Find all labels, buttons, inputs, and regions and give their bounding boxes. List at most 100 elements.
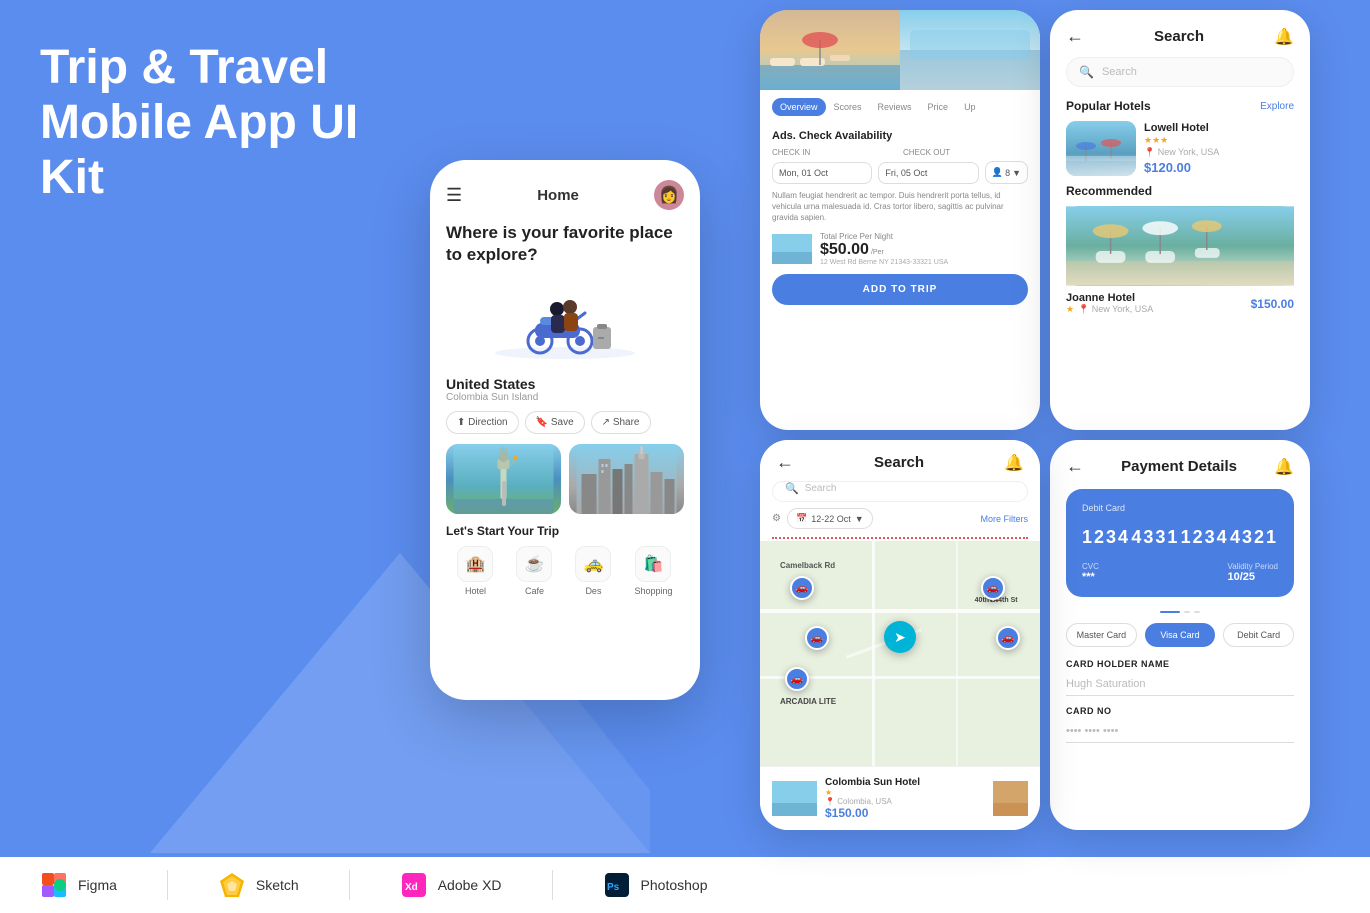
phone-home-mockup: ☰ Home 👩 Where is your favorite place to…: [430, 160, 700, 700]
left-panel: Trip & TravelMobile App UI Kit ☰ Home 👩 …: [0, 0, 760, 857]
map-search-placeholder: Search: [805, 483, 837, 494]
debitcard-btn[interactable]: Debit Card: [1223, 623, 1294, 647]
shopping-icon-box: 🛍️: [635, 546, 671, 582]
map-hotel-name: Colombia Sun Hotel: [825, 777, 985, 788]
map-pin-1[interactable]: 🚗: [790, 576, 814, 600]
tab-overview[interactable]: Overview: [772, 98, 826, 116]
avatar[interactable]: 👩: [654, 180, 684, 210]
cvc-label: CVC: [1082, 562, 1099, 571]
map-header: ← Search 🔔: [760, 440, 1040, 481]
description-text: Nullam feugiat hendrerit ac tempor. Duis…: [760, 190, 1040, 224]
tab-scores[interactable]: Scores: [826, 98, 870, 116]
avail-labels: CHECK IN CHECK OUT: [772, 148, 1028, 157]
map-bell-icon[interactable]: 🔔: [1004, 453, 1024, 473]
joanne-hotel-name: Joanne Hotel: [1066, 292, 1153, 304]
holder-name-input[interactable]: Hugh Saturation: [1066, 673, 1294, 696]
category-row: 🏨 Hotel ☕ Cafe 🚕 Des 🛍️ Shopping: [446, 546, 684, 596]
map-hotel-image-right: [993, 781, 1028, 816]
search-back-btn[interactable]: ←: [1066, 26, 1084, 47]
map-area: Camelback Rd ARCADIA LITE 40th St N 44th…: [760, 541, 1040, 766]
hotel-detail-card: Overview Scores Reviews Price Up Ads. Ch…: [760, 10, 1040, 430]
lowell-hotel-stars: ★★★: [1144, 135, 1294, 146]
guests-field[interactable]: 👤 8 ▼: [985, 161, 1028, 184]
check-in-field[interactable]: Mon, 01 Oct: [772, 162, 872, 184]
share-btn[interactable]: ↗ Share: [591, 411, 651, 434]
des-label: Des: [585, 586, 601, 596]
map-pin-3[interactable]: 🚗: [805, 626, 829, 650]
map-pin-2[interactable]: 🚗: [981, 576, 1005, 600]
price-per: /Per: [871, 249, 884, 256]
map-hotel-stars: ★: [825, 788, 985, 797]
visacard-btn[interactable]: Visa Card: [1145, 623, 1216, 647]
category-cafe[interactable]: ☕ Cafe: [516, 546, 552, 596]
location-section: United States Colombia Sun Island: [446, 376, 684, 403]
phone-question: Where is your favorite place to explore?: [446, 222, 684, 266]
search-icon: 🔍: [1079, 65, 1094, 79]
price-label: Total Price Per Night: [820, 232, 1028, 241]
menu-icon[interactable]: ☰: [446, 185, 462, 206]
hotel-image-right: [900, 10, 1040, 90]
map-screen-title: Search: [874, 454, 924, 471]
more-filters-link[interactable]: More Filters: [980, 514, 1028, 524]
price-amount: $50.00: [820, 241, 869, 259]
validity-label: Validity Period: [1227, 562, 1278, 571]
category-shopping[interactable]: 🛍️ Shopping: [634, 546, 672, 596]
search-bell-icon[interactable]: 🔔: [1274, 27, 1294, 47]
location-name: United States: [446, 376, 684, 392]
direction-btn[interactable]: ⬆ Direction: [446, 411, 519, 434]
trip-section-title: Let's Start Your Trip: [446, 524, 684, 538]
category-des[interactable]: 🚕 Des: [575, 546, 611, 596]
explore-link[interactable]: Explore: [1260, 101, 1294, 112]
map-back-btn[interactable]: ←: [776, 452, 794, 473]
lowell-hotel-info: Lowell Hotel ★★★ 📍 New York, USA $120.00: [1144, 122, 1294, 175]
payment-bell-icon[interactable]: 🔔: [1274, 457, 1294, 477]
place-images: [446, 444, 684, 514]
lowell-hotel-location: 📍 New York, USA: [1144, 147, 1294, 158]
map-hotel-location: 📍 Colombia, USA: [825, 797, 985, 806]
map-pin-4[interactable]: 🚗: [996, 626, 1020, 650]
hero-title: Trip & TravelMobile App UI Kit: [40, 40, 420, 206]
map-search-icon: 🔍: [785, 482, 799, 495]
save-btn[interactable]: 🔖 Save: [525, 411, 585, 434]
map-bottom-card: Colombia Sun Hotel ★ 📍 Colombia, USA $15…: [760, 766, 1040, 830]
search-input-placeholder: Search: [1102, 66, 1137, 78]
card-type-row: Master Card Visa Card Debit Card: [1066, 623, 1294, 647]
right-bottom-row: ← Search 🔔 🔍 Search ⚙ 📅 12-22 Oct ▼ More: [760, 440, 1350, 830]
popular-hotels-header: Popular Hotels Explore: [1066, 99, 1294, 113]
debit-card-label: Debit Card: [1082, 503, 1278, 513]
hotel-list-item-lowell[interactable]: Lowell Hotel ★★★ 📍 New York, USA $120.00: [1066, 121, 1294, 176]
place-image-liberty: [446, 444, 561, 514]
recommended-footer: Joanne Hotel ★ 📍 New York, USA $150.00: [1066, 292, 1294, 315]
tab-price[interactable]: Price: [920, 98, 957, 116]
card-num-4: 4321: [1230, 527, 1278, 548]
card-no-input[interactable]: •••• •••• ••••: [1066, 720, 1294, 743]
recommended-title: Recommended: [1066, 184, 1294, 198]
check-out-field[interactable]: Fri, 05 Oct: [878, 162, 978, 184]
avail-title: Ads. Check Availability: [772, 130, 1028, 142]
card-num-3: 1234: [1181, 527, 1229, 548]
check-out-label: CHECK OUT: [903, 148, 1028, 157]
add-to-trip-button[interactable]: ADD TO TRIP: [772, 274, 1028, 305]
hotel-image-left: [760, 10, 900, 90]
search-input-box[interactable]: 🔍 Search: [1066, 57, 1294, 87]
mastercard-btn[interactable]: Master Card: [1066, 623, 1137, 647]
price-address: 12 West Rd Berne NY 21343-33321 USA: [820, 259, 1028, 266]
cvc-value: ***: [1082, 571, 1099, 583]
right-panels: Overview Scores Reviews Price Up Ads. Ch…: [760, 0, 1370, 857]
payment-back-btn[interactable]: ←: [1066, 456, 1084, 477]
tab-up[interactable]: Up: [956, 98, 984, 116]
home-title: Home: [537, 187, 579, 204]
navigation-pin[interactable]: ➤: [884, 621, 916, 653]
payment-header: ← Payment Details 🔔: [1066, 456, 1294, 477]
map-pin-5[interactable]: 🚗: [785, 667, 809, 691]
debit-bottom-row: CVC *** Validity Period 10/25: [1082, 562, 1278, 583]
shopping-label: Shopping: [634, 586, 672, 596]
debit-card: Debit Card 1234 4331 1234 4321 CVC ***: [1066, 489, 1294, 597]
date-filter-chip[interactable]: 📅 12-22 Oct ▼: [787, 508, 873, 529]
arcadia-label: ARCADIA LITE: [780, 697, 836, 706]
price-row: Total Price Per Night $50.00 /Per 12 Wes…: [760, 232, 1040, 266]
validity-section: Validity Period 10/25: [1227, 562, 1278, 583]
tab-reviews[interactable]: Reviews: [870, 98, 920, 116]
category-hotel[interactable]: 🏨 Hotel: [457, 546, 493, 596]
place-image-city: [569, 444, 684, 514]
